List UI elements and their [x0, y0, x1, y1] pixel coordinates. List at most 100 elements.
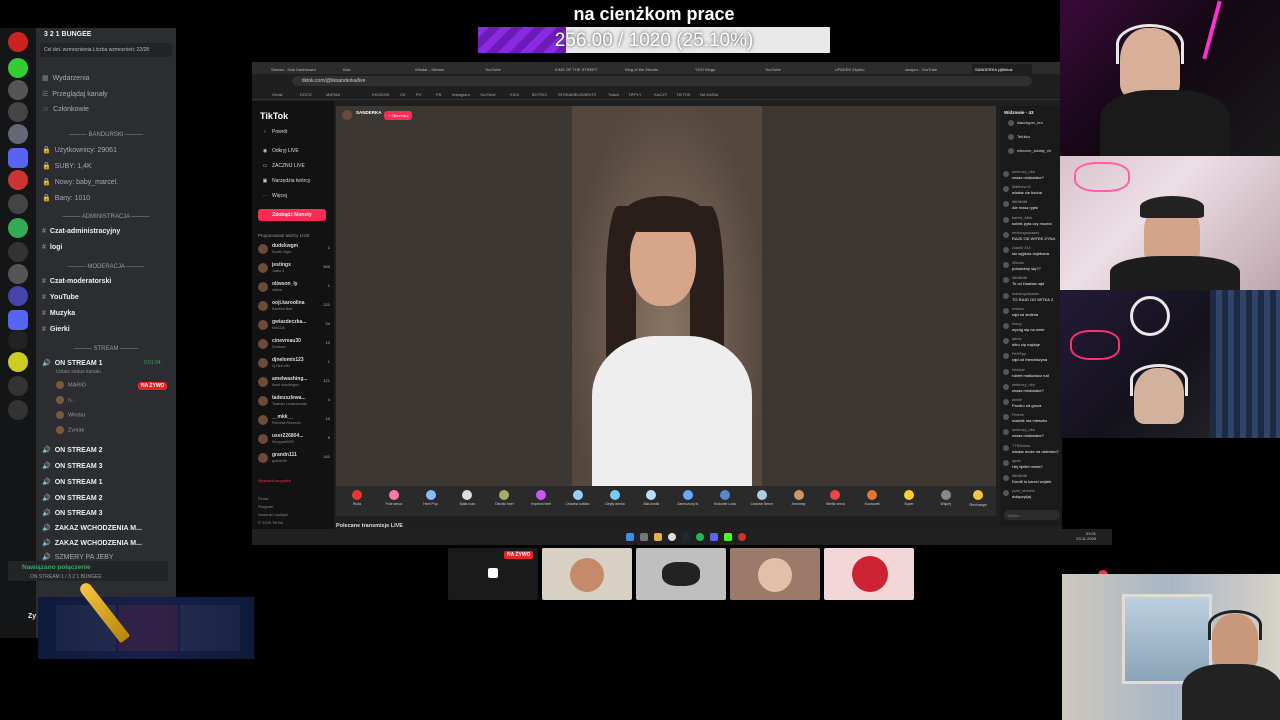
gift-item[interactable]: Zamrożony kl.	[673, 490, 703, 506]
bookmark[interactable]: TIPPLY	[628, 92, 642, 97]
chat-username[interactable]: shnilow	[1012, 368, 1025, 372]
voice-channel[interactable]: 🔊 ON STREAM 3	[42, 462, 103, 470]
bookmark[interactable]: MATMA	[326, 92, 340, 97]
url-input[interactable]: tiktok.com/@tiksanderka/live	[292, 76, 1032, 86]
server-icon[interactable]	[8, 310, 28, 330]
voice-user[interactable]: MARIO	[56, 381, 86, 389]
chat-username[interactable]: iiiiiiiiiiiiiiiiii	[1012, 200, 1027, 204]
server-name[interactable]: 3 2 1 BUNGEE	[44, 31, 91, 38]
suggested-creator[interactable]: cinevreau30 Sviatova 10	[258, 338, 330, 352]
suggested-creator[interactable]: jestingx Justin X 500	[258, 262, 330, 276]
participant-thumbnail[interactable]	[824, 548, 914, 600]
browser-tab[interactable]: YouTube	[482, 64, 542, 74]
server-icon[interactable]	[8, 242, 28, 262]
chat-username[interactable]: mariangrubasek	[1012, 292, 1039, 296]
bookmark[interactable]: BOTRIX	[532, 92, 547, 97]
category-moderacja[interactable]: ——— MODERACJA ———	[42, 264, 170, 270]
channel-muzyka[interactable]: # Muzyka	[42, 310, 75, 317]
discover-icon[interactable]	[8, 400, 28, 420]
category-bandurski[interactable]: ——— BANDURSKI ———	[42, 132, 170, 138]
channel-logi[interactable]: # logi	[42, 244, 62, 251]
nav-more[interactable]: ⋯ Więcej	[262, 193, 288, 199]
chat-username[interactable]: redwcz	[1012, 307, 1024, 311]
bookmark[interactable]: YouTube	[480, 92, 496, 97]
channel-czat-moderatorski[interactable]: # Czat-moderatorski	[42, 278, 111, 285]
gift-item[interactable]: Biała róża	[452, 490, 482, 506]
chat-username[interactable]: akshe	[1012, 398, 1022, 402]
streamer-name[interactable]: SANDERKA	[356, 110, 382, 115]
browser-tab[interactable]: KING OF THE STREET	[552, 64, 612, 74]
suggested-creator[interactable]: tadeuszlewa... Tadeusz Lewandowski 4	[258, 395, 330, 409]
back-link[interactable]: ‹ Powrót	[262, 129, 287, 135]
explorer-icon[interactable]	[654, 533, 662, 541]
browser-tab[interactable]: Wlodar - Stream	[412, 64, 472, 74]
bookmark[interactable]: KKODZIK	[372, 92, 390, 97]
browser-tab[interactable]: Stream - Kick Dashboard	[268, 64, 328, 74]
follow-button[interactable]: + Obserwuj	[384, 111, 413, 120]
get-coins-button[interactable]: Zdobądź Monety	[258, 209, 326, 221]
footer-link[interactable]: Program	[258, 504, 273, 509]
voice-channel[interactable]: 🔊 ON STREAM 2	[42, 494, 103, 502]
start-icon[interactable]	[626, 533, 634, 541]
browser-tab[interactable]: YouTube	[762, 64, 822, 74]
connection-channel[interactable]: ON STREAM 1 / 3 2 1 BUNGEE	[30, 574, 102, 580]
kick-icon[interactable]	[724, 533, 732, 541]
stat-channel[interactable]: 🔒 Użytkownicy: 29061	[42, 146, 117, 154]
boost-goal[interactable]: Cel dot. wzmocnienia Liczba wzmocnień: 2…	[40, 43, 172, 57]
add-server-icon[interactable]	[8, 376, 28, 396]
nav-discover-live[interactable]: ◉ Odkryj LIVE	[262, 148, 299, 154]
tray-clock[interactable]: 03:31 23.11.2025	[1076, 531, 1096, 541]
viewer-item[interactable]: wieczne_kwiaty_ch	[1008, 148, 1051, 154]
participant-thumbnail[interactable]	[542, 548, 632, 600]
gift-item[interactable]: Amoresp	[784, 490, 814, 506]
suggested-creator[interactable]: __mkk__ Princess Rzeszow 10	[258, 414, 330, 428]
voice-user[interactable]: Wlodar	[56, 411, 85, 419]
channel-czat-administracyjny[interactable]: # Czat-administracyjny	[42, 228, 120, 235]
discord-icon[interactable]	[710, 533, 718, 541]
chat-input[interactable]: Wpisz...	[1004, 510, 1060, 520]
category-stream[interactable]: ——— STREAM ———	[42, 346, 170, 352]
gift-item[interactable]: Okrutki heel	[489, 490, 519, 506]
bookmark[interactable]: TIKTOK	[676, 92, 690, 97]
viewer-item[interactable]: Tefulka	[1008, 134, 1030, 140]
voice-user[interactable]: n...	[56, 396, 76, 404]
bookmark[interactable]: KACZY	[654, 92, 667, 97]
gift-item[interactable]: Biła kostki	[636, 490, 666, 506]
tiktok-logo[interactable]: TikTok	[260, 111, 288, 121]
stat-channel[interactable]: 🔒 SUBY: 1,4K	[42, 162, 92, 170]
suggested-creator[interactable]: djnelomix123 Dj Nelo Mix 1	[258, 357, 330, 371]
stat-channel[interactable]: 🔒 Bany: 1010	[42, 194, 90, 202]
live-video[interactable]	[572, 106, 762, 486]
bookmark[interactable]: FB	[436, 92, 441, 97]
chat-username[interactable]: Wlodar	[1012, 261, 1024, 265]
chat-username[interactable]: darek	[1012, 337, 1022, 341]
suggested-creator[interactable]: gwiazdeczka... MAGDA 24	[258, 319, 330, 333]
stat-channel[interactable]: 🔒 Nowy: baby_marcel.	[42, 178, 118, 186]
bookmark[interactable]: NA KASIA	[700, 92, 718, 97]
server-icon[interactable]	[8, 124, 28, 144]
server-icon[interactable]	[8, 80, 28, 100]
search-icon[interactable]	[640, 533, 648, 541]
server-icon[interactable]	[8, 330, 28, 350]
chat-username[interactable]: ambrozy_nbo	[1012, 170, 1035, 174]
obs-icon[interactable]	[738, 533, 746, 541]
bookmark[interactable]: Instagram	[452, 92, 470, 97]
chat-username[interactable]: bartek_kilke	[1012, 216, 1032, 220]
chat-username[interactable]: Piotrek	[1012, 413, 1024, 417]
chat-username[interactable]: kroog	[1012, 322, 1022, 326]
gift-item[interactable]: Super	[894, 490, 924, 506]
chat-username[interactable]: PeHSpy	[1012, 352, 1026, 356]
gift-item[interactable]: Więcej	[931, 490, 961, 506]
server-icon[interactable]	[8, 148, 28, 168]
gift-item[interactable]: Heel Pop	[416, 490, 446, 506]
voice-status[interactable]: Ustaw status kanału	[56, 369, 101, 375]
user-name[interactable]: Zy	[28, 613, 36, 620]
chat-username[interactable]: TTRAimno	[1012, 444, 1030, 448]
browser-tab[interactable]: UPADEK Zbyrko	[832, 64, 892, 74]
voice-channel-active[interactable]: 🔊 ON STREAM 1	[42, 359, 103, 367]
suggested-creator[interactable]: dudekwgm Dudek Wgm 1	[258, 243, 330, 257]
footer-link[interactable]: Firma	[258, 496, 268, 501]
category-administracja[interactable]: ——— ADMINISTRACJA ———	[42, 214, 170, 220]
streamer-avatar[interactable]	[342, 110, 352, 120]
nav-creator-tools[interactable]: ▣ Narzędzia twórcy	[262, 178, 311, 184]
